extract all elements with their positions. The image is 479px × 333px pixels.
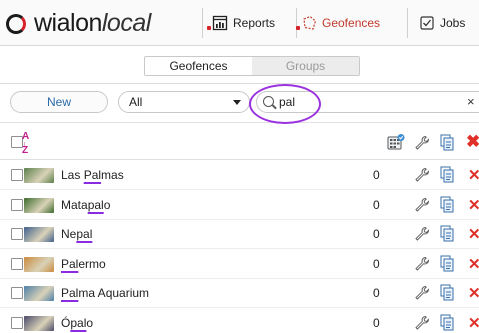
- geofence-name[interactable]: Ópalo: [61, 316, 93, 330]
- nav-separator: [296, 8, 297, 38]
- name-suffix: ermo: [78, 256, 106, 271]
- geofence-thumbnail: [24, 197, 54, 213]
- list-item[interactable]: Matapalo 0 ✕: [0, 190, 479, 220]
- nav-geofences-label: Geofences: [322, 16, 381, 30]
- list-item[interactable]: Nepal 0 ✕: [0, 220, 479, 249]
- name-suffix: o: [103, 197, 111, 212]
- row-checkbox[interactable]: [11, 169, 23, 181]
- name-match: Pal: [61, 286, 79, 300]
- search-input-value: pal: [279, 95, 296, 109]
- geofence-thumbnail: [24, 286, 54, 301]
- new-button[interactable]: New: [10, 91, 108, 113]
- tab-switcher: Geofences Groups: [144, 56, 360, 76]
- clear-search-button[interactable]: ×: [467, 94, 475, 109]
- geofence-thumbnail: [24, 168, 54, 183]
- geofence-name[interactable]: Matapalo: [61, 198, 110, 212]
- geofence-count: 0: [373, 168, 380, 182]
- wrench-icon[interactable]: [414, 285, 430, 301]
- name-prefix: Las: [61, 168, 84, 182]
- search-icon: [263, 96, 274, 107]
- nav-jobs[interactable]: Jobs: [419, 12, 465, 34]
- name-prefix: Ó: [61, 315, 71, 330]
- copy-icon[interactable]: [440, 255, 454, 271]
- geofence-count: 0: [373, 315, 380, 330]
- nav-reports-label: Reports: [233, 16, 276, 30]
- row-checkbox[interactable]: [11, 287, 23, 299]
- geofence-count: 0: [373, 227, 380, 241]
- delete-all-icon[interactable]: ✖: [466, 132, 479, 152]
- copy-icon[interactable]: [440, 314, 454, 330]
- jobs-icon: [419, 15, 435, 31]
- copy-icon[interactable]: [440, 134, 454, 151]
- tab-groups[interactable]: Groups: [252, 57, 359, 75]
- wrench-icon[interactable]: [414, 135, 430, 151]
- geofence-count: 0: [373, 286, 380, 300]
- wialon-logo[interactable]: wialonlocal: [6, 9, 202, 37]
- search-input[interactable]: pal: [256, 91, 479, 113]
- nav-separator: [407, 8, 408, 38]
- row-checkbox[interactable]: [11, 316, 23, 329]
- list-header: A ↓ Z ✖: [0, 124, 479, 160]
- geofence-name[interactable]: Palermo: [61, 257, 106, 271]
- list-item[interactable]: Las Palmas 0 ✕: [0, 161, 479, 190]
- chevron-down-icon: [233, 100, 241, 105]
- delete-icon[interactable]: ✕: [468, 225, 479, 243]
- geofence-thumbnail: [24, 256, 54, 272]
- name-prefix: Ne: [61, 227, 77, 241]
- tab-geofences[interactable]: Geofences: [145, 57, 252, 75]
- name-match: pal: [87, 197, 104, 212]
- geofence-name[interactable]: Palma Aquarium: [61, 286, 149, 300]
- logo-text-main: wialon: [34, 9, 102, 37]
- geofence-name[interactable]: Las Palmas: [61, 168, 124, 182]
- delete-icon[interactable]: ✕: [468, 196, 479, 214]
- delete-icon[interactable]: ✕: [468, 314, 479, 332]
- reports-icon: [207, 15, 228, 31]
- copy-icon[interactable]: [440, 225, 454, 242]
- name-match: Pal: [61, 256, 79, 271]
- wrench-icon[interactable]: [414, 315, 430, 331]
- geofence-thumbnail: [24, 315, 54, 331]
- list-item[interactable]: Palermo 0 ✕: [0, 249, 479, 279]
- copy-icon[interactable]: [440, 196, 454, 212]
- copy-icon[interactable]: [440, 284, 454, 301]
- geofences-icon: [296, 15, 317, 31]
- filter-select-value: All: [129, 95, 143, 109]
- geofence-name[interactable]: Nepal: [61, 227, 92, 241]
- row-checkbox[interactable]: [11, 257, 23, 270]
- wrench-icon[interactable]: [414, 226, 430, 242]
- wrench-icon[interactable]: [414, 256, 430, 272]
- list-item[interactable]: Palma Aquarium 0 ✕: [0, 279, 479, 308]
- top-bar: wialonlocal Reports Geofences Jobs: [0, 0, 479, 46]
- row-checkbox[interactable]: [11, 228, 23, 240]
- delete-icon[interactable]: ✕: [468, 255, 479, 273]
- geofence-count: 0: [373, 197, 380, 212]
- name-match: pal: [76, 227, 93, 241]
- geofence-calc-icon[interactable]: [387, 133, 405, 151]
- sort-az-icon[interactable]: A ↓ Z: [22, 132, 29, 156]
- wrench-icon[interactable]: [414, 167, 430, 183]
- copy-icon[interactable]: [440, 166, 454, 183]
- geofence-count: 0: [373, 256, 380, 271]
- name-suffix: ma Aquarium: [78, 286, 150, 300]
- logo-text-sub: local: [101, 9, 151, 37]
- delete-icon[interactable]: ✕: [468, 284, 479, 302]
- name-prefix: Mata: [61, 197, 88, 212]
- delete-icon[interactable]: ✕: [468, 166, 479, 184]
- nav-reports[interactable]: Reports: [207, 12, 276, 34]
- tabs-row: Geofences Groups: [0, 47, 479, 84]
- name-match: pal: [70, 315, 87, 330]
- row-checkbox[interactable]: [11, 198, 23, 211]
- logo-ring-icon: [6, 14, 26, 34]
- name-match: Pal: [83, 168, 102, 182]
- geofence-thumbnail: [24, 227, 54, 242]
- filter-select[interactable]: All: [118, 91, 250, 113]
- name-suffix: mas: [101, 168, 124, 182]
- nav-separator: [202, 8, 203, 38]
- filter-row: New All pal ×: [0, 85, 479, 123]
- wrench-icon[interactable]: [414, 197, 430, 213]
- name-suffix: o: [86, 315, 94, 330]
- nav-jobs-label: Jobs: [440, 16, 466, 30]
- list-item[interactable]: Ópalo 0 ✕: [0, 308, 479, 333]
- nav-geofences[interactable]: Geofences: [296, 12, 381, 34]
